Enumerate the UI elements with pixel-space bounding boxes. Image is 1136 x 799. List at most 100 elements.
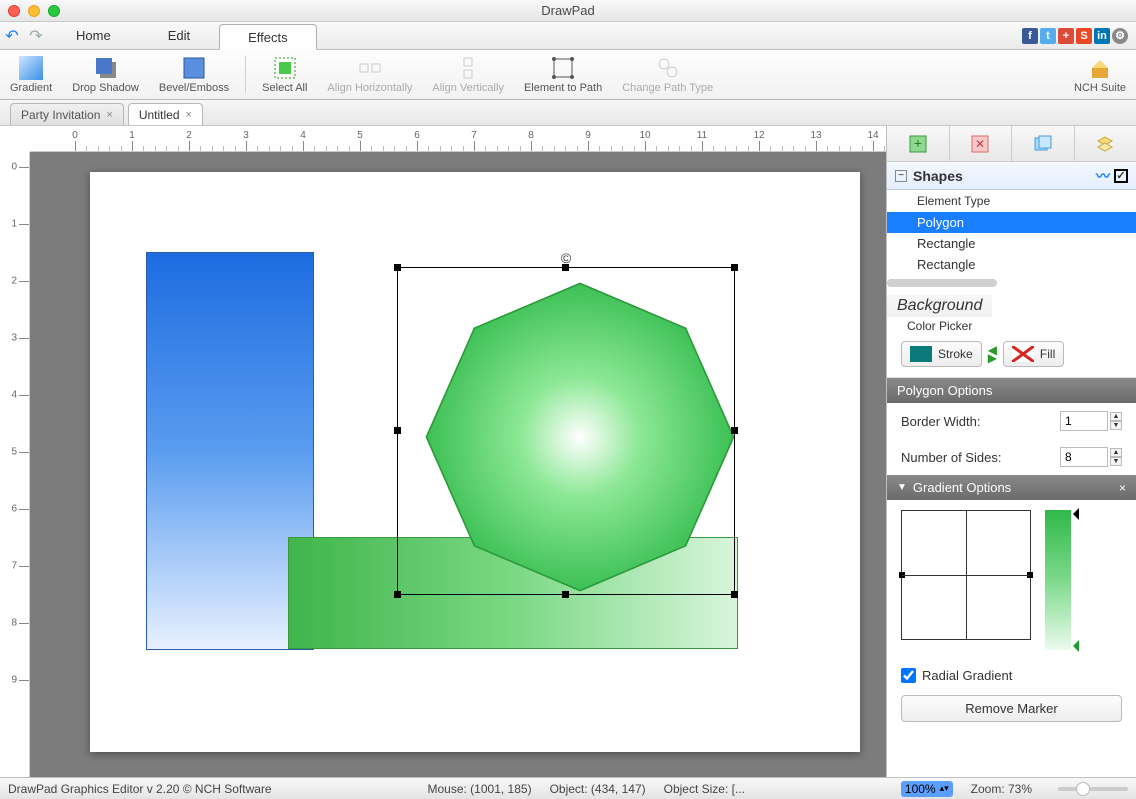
gradient-options-header[interactable]: ▼ Gradient Options ×	[887, 475, 1136, 500]
selection-bounding-box[interactable]: ©	[397, 267, 735, 595]
resize-handle-se[interactable]	[731, 591, 738, 598]
shapes-panel-header[interactable]: − Shapes 〰 ✓	[887, 162, 1136, 190]
radial-gradient-row[interactable]: Radial Gradient	[887, 660, 1136, 691]
duplicate-layer-button[interactable]	[1012, 126, 1075, 161]
resize-handle-w[interactable]	[394, 427, 401, 434]
social-icons: f t + S in ⚙	[1022, 22, 1136, 49]
ribbon-label: Drop Shadow	[72, 82, 139, 94]
status-object-size: Object Size: [...	[664, 782, 745, 796]
suite-icon	[1088, 56, 1112, 80]
stumble-icon[interactable]: S	[1076, 28, 1092, 44]
status-object: Object: (434, 147)	[550, 782, 646, 796]
collapse-icon[interactable]: −	[895, 170, 907, 182]
canvas-viewport[interactable]: ©	[30, 152, 886, 777]
sides-row: Number of Sides: ▲▼	[887, 439, 1136, 475]
ribbon-label: Gradient	[10, 82, 52, 94]
scrollbar-thumb[interactable]	[887, 279, 997, 287]
doctab-untitled[interactable]: Untitled ×	[128, 103, 203, 125]
doctab-label: Party Invitation	[21, 108, 100, 122]
element-to-path-button[interactable]: Element to Path	[514, 50, 612, 99]
twitter-icon[interactable]: t	[1040, 28, 1056, 44]
align-h-button: Align Horizontally	[317, 50, 422, 99]
spinner-up-icon[interactable]: ▲	[1110, 448, 1122, 457]
resize-handle-nw[interactable]	[394, 264, 401, 271]
gradient-position-grid[interactable]	[901, 510, 1031, 640]
linkedin-icon[interactable]: in	[1094, 28, 1110, 44]
align-v-icon	[456, 56, 480, 80]
gradient-marker-bottom[interactable]	[1067, 640, 1079, 652]
bevel-button[interactable]: Bevel/Emboss	[149, 50, 239, 99]
fill-color-button[interactable]: Fill	[1003, 341, 1064, 367]
resize-handle-sw[interactable]	[394, 591, 401, 598]
border-width-field[interactable]	[1060, 411, 1108, 431]
gradient-button[interactable]: Gradient	[0, 50, 62, 99]
swap-colors-button[interactable]: ◀▶	[988, 346, 997, 362]
gradient-preview[interactable]	[1045, 510, 1071, 650]
align-v-button: Align Vertically	[422, 50, 514, 99]
gradient-editor	[887, 500, 1136, 660]
section-title: Gradient Options	[913, 480, 1011, 495]
redo-button[interactable]: ↷	[24, 22, 48, 49]
radial-label: Radial Gradient	[922, 668, 1012, 683]
zoom-slider[interactable]	[1058, 787, 1128, 791]
drop-shadow-button[interactable]: Drop Shadow	[62, 50, 149, 99]
sides-label: Number of Sides:	[901, 450, 1001, 465]
shapes-item-rectangle-1[interactable]: Rectangle	[887, 233, 1136, 254]
border-width-row: Border Width: ▲▼	[887, 403, 1136, 439]
close-icon[interactable]: ×	[1119, 481, 1126, 495]
curve-icon[interactable]: 〰	[1096, 166, 1110, 186]
gradient-icon	[19, 56, 43, 80]
status-bar: DrawPad Graphics Editor v 2.20 © NCH Sof…	[0, 777, 1136, 799]
undo-button[interactable]: ↶	[0, 22, 24, 49]
nch-suite-button[interactable]: NCH Suite	[1064, 50, 1136, 99]
grad-handle-left[interactable]	[899, 572, 905, 578]
shapes-item-polygon[interactable]: Polygon	[887, 212, 1136, 233]
select-all-button[interactable]: Select All	[252, 50, 317, 99]
spinner-down-icon[interactable]: ▼	[1110, 457, 1122, 466]
svg-text:✕: ✕	[975, 137, 985, 151]
gradient-marker-top[interactable]	[1067, 508, 1079, 520]
canvas-page[interactable]: ©	[90, 172, 860, 752]
spinner-up-icon[interactable]: ▲	[1110, 412, 1122, 421]
doctab-party-invitation[interactable]: Party Invitation ×	[10, 103, 124, 125]
remove-marker-button[interactable]: Remove Marker	[901, 695, 1122, 722]
gplus-icon[interactable]: +	[1058, 28, 1074, 44]
status-app: DrawPad Graphics Editor v 2.20 © NCH Sof…	[8, 782, 272, 796]
ribbon-label: Align Horizontally	[327, 82, 412, 94]
sides-input[interactable]: ▲▼	[1060, 447, 1122, 467]
add-layer-button[interactable]: +	[887, 126, 950, 161]
resize-handle-s[interactable]	[562, 591, 569, 598]
menu-tab-edit[interactable]: Edit	[140, 22, 219, 49]
menu-tab-home[interactable]: Home	[48, 22, 140, 49]
close-icon[interactable]: ×	[106, 109, 112, 121]
close-icon[interactable]: ×	[186, 109, 192, 121]
grad-handle-right[interactable]	[1027, 572, 1033, 578]
zoom-select[interactable]: 100%▴▾	[901, 781, 953, 797]
sides-field[interactable]	[1060, 447, 1108, 467]
fill-label: Fill	[1040, 347, 1055, 361]
align-h-icon	[358, 56, 382, 80]
resize-handle-n[interactable]	[562, 264, 569, 271]
stroke-color-button[interactable]: Stroke	[901, 341, 982, 367]
ribbon-label: NCH Suite	[1074, 82, 1126, 94]
shapes-item-rectangle-2[interactable]: Rectangle	[887, 254, 1136, 275]
status-mouse: Mouse: (1001, 185)	[428, 782, 532, 796]
properties-panel: + ✕ − Shapes 〰 ✓ Element Type Polygon Re…	[886, 126, 1136, 777]
zoom-slider-thumb[interactable]	[1076, 782, 1090, 796]
facebook-icon[interactable]: f	[1022, 28, 1038, 44]
radial-checkbox[interactable]	[901, 668, 916, 683]
fill-swatch	[1012, 346, 1034, 362]
gear-icon[interactable]: ⚙	[1112, 28, 1128, 44]
ribbon-label: Bevel/Emboss	[159, 82, 229, 94]
ruler-vertical: 0123456789	[0, 152, 30, 777]
stroke-swatch	[910, 346, 932, 362]
resize-handle-ne[interactable]	[731, 264, 738, 271]
resize-handle-e[interactable]	[731, 427, 738, 434]
checkbox-icon[interactable]: ✓	[1114, 169, 1128, 183]
spinner-down-icon[interactable]: ▼	[1110, 421, 1122, 430]
menu-tab-effects[interactable]: Effects	[219, 24, 317, 50]
layer-order-button[interactable]	[1075, 126, 1136, 161]
border-width-input[interactable]: ▲▼	[1060, 411, 1122, 431]
ruler-horizontal: 01234567891011121314	[30, 126, 886, 152]
delete-layer-button[interactable]: ✕	[950, 126, 1013, 161]
